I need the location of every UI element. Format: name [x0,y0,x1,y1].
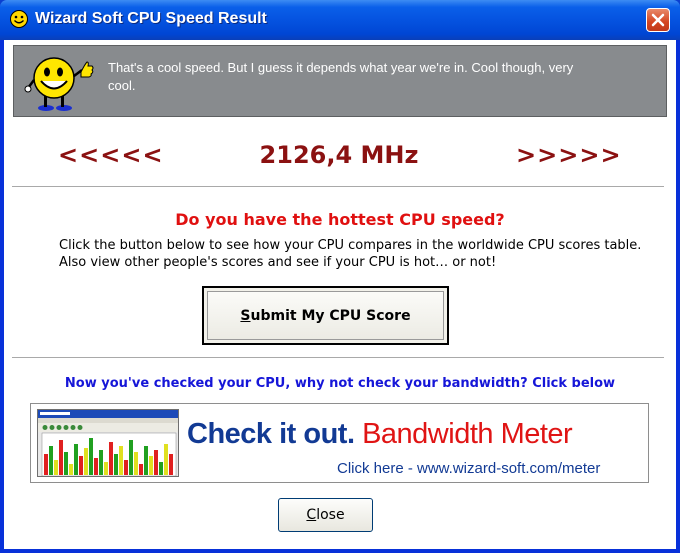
bandwidth-heading: Now you've checked your CPU, why not che… [64,376,616,391]
smiley-app-icon [10,10,28,28]
bandwidth-meter-screenshot-icon [37,409,179,477]
close-button[interactable]: Close [278,498,373,532]
bandwidth-meter-ad-banner[interactable]: Check it out. Bandwidth Meter Click here… [30,403,649,483]
close-button-label: Close [306,507,345,523]
submit-cpu-score-button[interactable]: Submit My CPU Score [202,286,449,345]
ad-product-name: Bandwidth Meter [362,418,573,450]
cpu-speed-value: 2126,4 MHz [259,141,419,169]
dialog-body: That's a cool speed. But I guess it depe… [4,40,676,549]
left-arrows: <<<<< [58,141,164,169]
smiley-thumbs-up-icon [24,57,94,111]
right-arrows: >>>>> [516,141,622,169]
close-icon [651,13,665,27]
window-title: Wizard Soft CPU Speed Result [35,10,267,27]
window-frame-right [676,40,680,553]
window-close-button[interactable] [646,8,670,32]
ad-check-text: Check it out. [187,418,355,450]
submit-button-face: Submit My CPU Score [207,291,444,340]
description-line: Click the button below to see how your C… [59,238,642,253]
cpu-speed-result-window: Wizard Soft CPU Speed Result That's a co… [0,0,680,553]
message-banner: That's a cool speed. But I guess it depe… [13,45,667,117]
window-frame-bottom [0,549,680,553]
title-bar[interactable]: Wizard Soft CPU Speed Result [0,0,680,40]
ad-headline: Check it out. Bandwidth Meter [187,418,573,451]
ad-link-text[interactable]: Click here - www.wizard-soft.com/meter [337,460,600,477]
separator [12,186,664,188]
banner-message: That's a cool speed. But I guess it depe… [108,60,574,93]
compare-description: Click the button below to see how your C… [59,237,659,271]
description-line: Also view other people's scores and see … [59,255,497,270]
hottest-cpu-heading: Do you have the hottest CPU speed? [175,210,505,229]
submit-button-label: Submit My CPU Score [240,307,411,324]
separator [12,357,664,359]
